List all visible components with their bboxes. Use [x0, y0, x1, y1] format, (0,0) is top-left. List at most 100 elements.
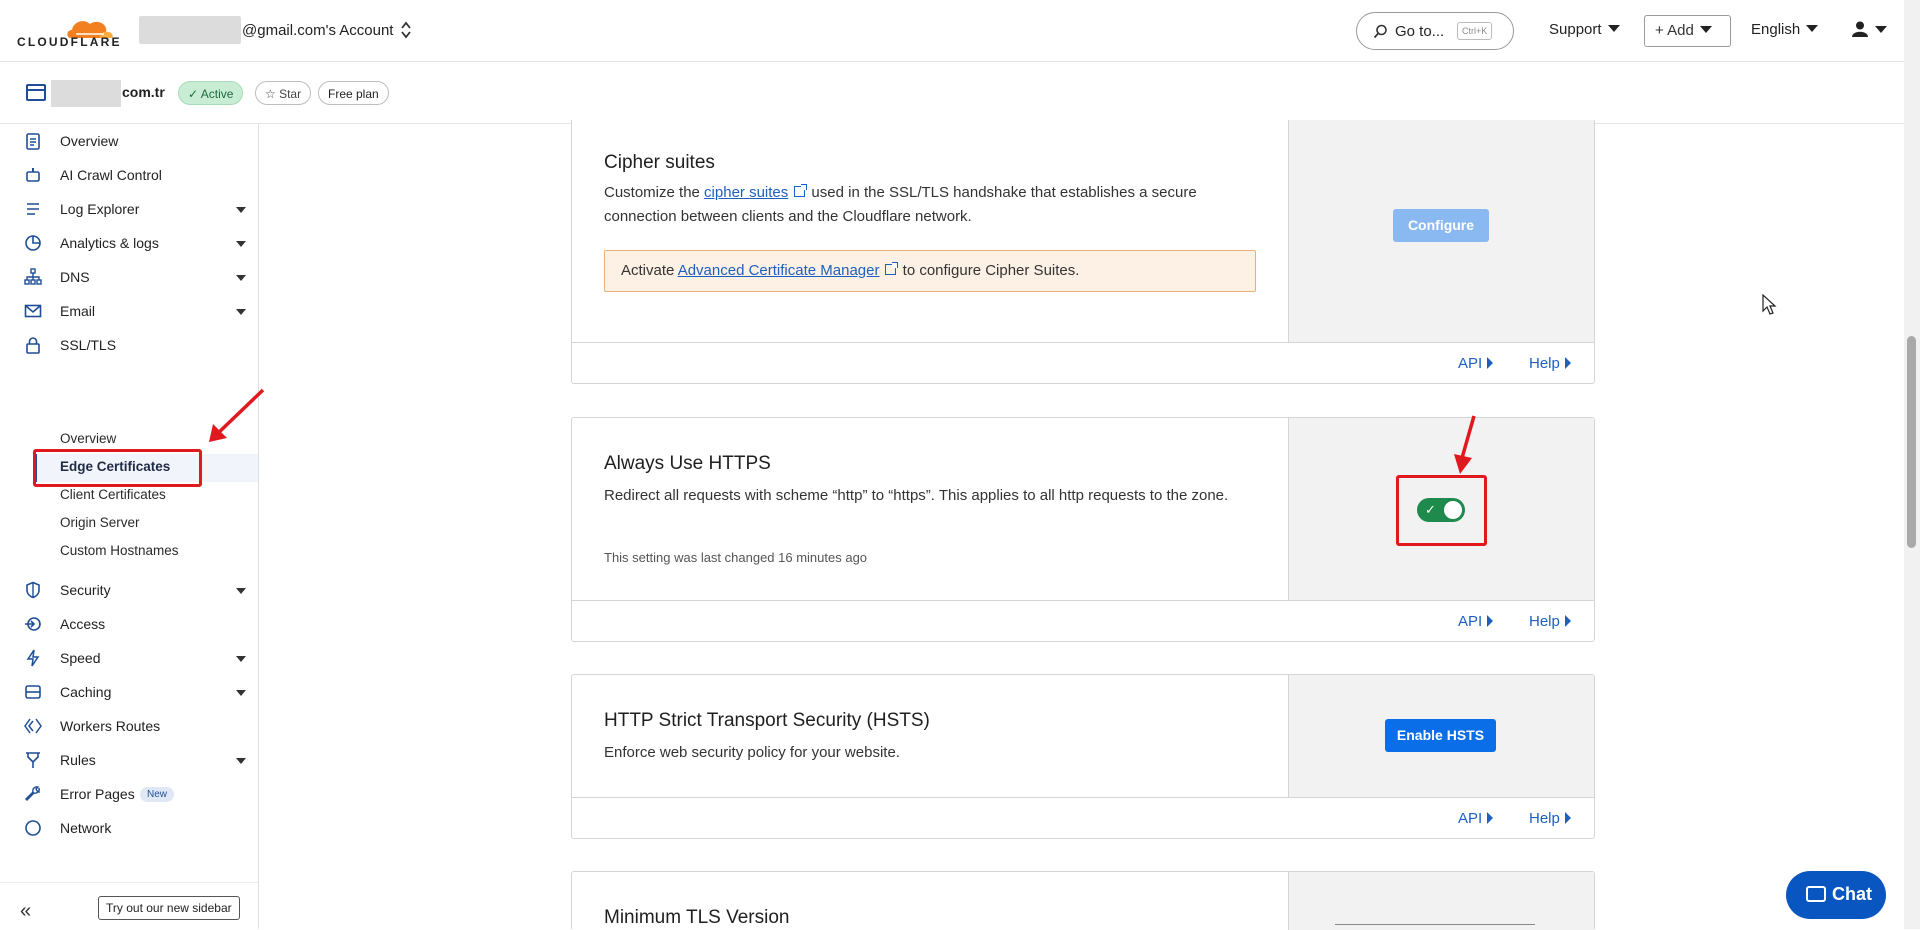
goto-label: Go to...	[1395, 23, 1445, 40]
annotation-arrow	[1454, 415, 1476, 474]
star-button[interactable]: ☆ Star	[255, 81, 312, 105]
sidebar-item-network[interactable]: Network	[0, 811, 258, 845]
sidebar-item-label: Rules	[60, 752, 96, 768]
api-link[interactable]: API	[1458, 613, 1494, 630]
account-switch-icon[interactable]	[399, 20, 413, 40]
caret-right-icon	[1564, 812, 1571, 824]
help-label: Help	[1529, 613, 1560, 630]
acm-link[interactable]: Advanced Certificate Manager	[678, 262, 880, 279]
sidebar-item-label: Email	[60, 303, 96, 319]
card-action-panel: Configure	[1288, 120, 1594, 342]
sidebar-item-speed[interactable]: Speed	[0, 641, 258, 675]
tls-version-select[interactable]	[1335, 924, 1535, 926]
zone-bar: com.tr ✓ Active ☆ Star Free plan	[0, 62, 1904, 124]
card-title: Always Use HTTPS	[604, 453, 771, 474]
try-new-sidebar-button[interactable]: Try out our new sidebar	[98, 896, 240, 920]
sidebar: Overview AI Crawl Control Log Explorer A…	[0, 124, 259, 929]
sidebar-item-label: Analytics & logs	[60, 235, 159, 251]
card-title: Cipher suites	[604, 152, 715, 173]
goto-search[interactable]: Go to... Ctrl+K	[1356, 12, 1514, 50]
card-action-panel	[1288, 872, 1594, 930]
sidebar-item-email[interactable]: Email	[0, 294, 258, 328]
star-label: Star	[279, 87, 302, 101]
collapse-sidebar-icon[interactable]: «	[20, 900, 31, 923]
card-description: Enforce web security policy for your web…	[604, 744, 900, 761]
sidebar-subitem-custom-hostnames[interactable]: Custom Hostnames	[60, 543, 179, 558]
chart-icon	[25, 235, 41, 251]
annotation-highlight-box	[1396, 475, 1487, 546]
clipboard-icon	[26, 133, 40, 150]
plan-badge[interactable]: Free plan	[318, 81, 389, 105]
account-name[interactable]: @gmail.com's Account	[242, 22, 393, 39]
sidebar-item-caching[interactable]: Caching	[0, 675, 258, 709]
sidebar-subitem-overview[interactable]: Overview	[60, 431, 116, 446]
robot-icon	[26, 168, 40, 182]
help-link[interactable]: Help	[1529, 810, 1571, 827]
card-footer: API Help	[572, 797, 1594, 838]
minimum-tls-card: Minimum TLS Version	[571, 871, 1595, 930]
rules-icon	[26, 752, 40, 768]
database-icon	[25, 685, 41, 699]
caret-right-icon	[1487, 812, 1494, 824]
workers-icon	[24, 718, 42, 734]
add-button[interactable]: + Add	[1644, 15, 1731, 47]
search-icon	[1373, 24, 1387, 39]
sidebar-item-dns[interactable]: DNS	[0, 260, 258, 294]
last-changed-note: This setting was last changed 16 minutes…	[604, 550, 868, 565]
log-icon	[27, 203, 39, 215]
support-dropdown[interactable]: Support	[1549, 21, 1620, 38]
sidebar-item-workers-routes[interactable]: Workers Routes	[0, 709, 258, 743]
sidebar-item-log-explorer[interactable]: Log Explorer	[0, 192, 258, 226]
top-header: CLOUDFLARE @gmail.com's Account Go to...…	[0, 0, 1904, 62]
api-link[interactable]: API	[1458, 355, 1494, 372]
upsell-notice: Activate Advanced Certificate Manager to…	[604, 250, 1256, 292]
access-icon	[25, 617, 41, 631]
help-link[interactable]: Help	[1529, 613, 1571, 630]
chevron-down-icon	[1806, 25, 1819, 32]
api-link[interactable]: API	[1458, 810, 1494, 827]
annotation-highlight-box	[33, 449, 202, 487]
sidebar-subitem-client-certificates[interactable]: Client Certificates	[60, 487, 166, 502]
sidebar-item-label: DNS	[60, 269, 90, 285]
sidebar-item-access[interactable]: Access	[0, 607, 258, 641]
sidebar-item-error-pages[interactable]: Error Pages New	[0, 777, 258, 811]
sidebar-item-ssl-tls[interactable]: SSL/TLS	[0, 328, 258, 362]
language-label: English	[1751, 21, 1801, 38]
caret-right-icon	[1564, 357, 1571, 369]
sidebar-item-label: AI Crawl Control	[60, 167, 162, 183]
card-description: Redirect all requests with scheme “http”…	[604, 487, 1229, 504]
sidebar-item-rules[interactable]: Rules	[0, 743, 258, 777]
enable-hsts-button[interactable]: Enable HSTS	[1385, 719, 1496, 752]
mouse-cursor-icon	[1762, 294, 1777, 315]
sidebar-item-label: SSL/TLS	[60, 337, 117, 353]
annotation-arrow	[209, 388, 265, 442]
sidebar-item-ai-crawl-control[interactable]: AI Crawl Control	[0, 158, 258, 192]
support-label: Support	[1549, 21, 1602, 38]
cipher-suites-card: Configure Cipher suites Customize the ci…	[571, 120, 1595, 384]
zone-name[interactable]: com.tr	[122, 84, 165, 100]
chevron-down-icon	[1875, 26, 1887, 33]
cipher-suites-link[interactable]: cipher suites	[704, 184, 788, 201]
chat-label: Chat	[1832, 884, 1872, 904]
configure-button[interactable]: Configure	[1393, 209, 1489, 242]
user-menu[interactable]	[1851, 21, 1887, 39]
card-description: Customize the cipher suites used in the …	[604, 181, 1244, 229]
card-action-panel: Enable HSTS	[1288, 675, 1594, 798]
chat-button[interactable]: Chat	[1786, 871, 1886, 919]
help-label: Help	[1529, 355, 1560, 372]
sidebar-subitem-origin-server[interactable]: Origin Server	[60, 515, 140, 530]
sidebar-item-label: Caching	[60, 684, 112, 700]
lock-icon	[26, 337, 40, 354]
sidebar-item-security[interactable]: Security	[0, 573, 258, 607]
sidebar-item-overview[interactable]: Overview	[0, 124, 258, 158]
sidebar-item-analytics[interactable]: Analytics & logs	[0, 226, 258, 260]
scrollbar-thumb[interactable]	[1907, 336, 1916, 548]
help-link[interactable]: Help	[1529, 355, 1571, 372]
sidebar-item-label: Access	[60, 616, 106, 632]
sidebar-item-label: Speed	[60, 650, 101, 666]
chevron-down-icon	[236, 690, 246, 696]
notice-text: to configure Cipher Suites.	[898, 262, 1080, 279]
sidebar-item-label: Overview	[60, 133, 119, 149]
sidebar-item-label: Security	[60, 582, 111, 598]
language-dropdown[interactable]: English	[1751, 21, 1819, 38]
